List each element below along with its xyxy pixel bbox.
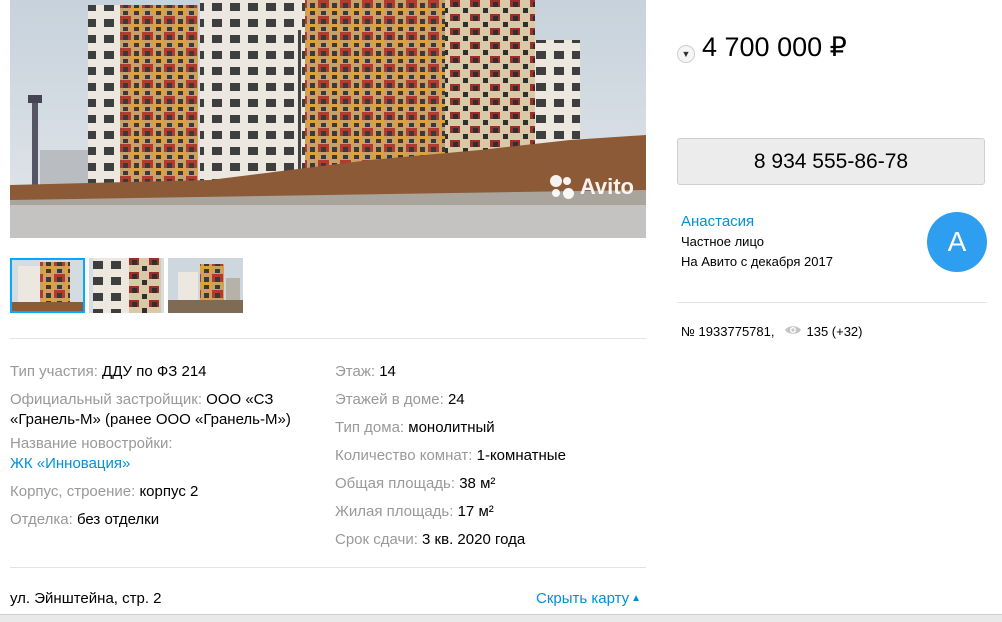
- eye-icon: [784, 324, 802, 339]
- view-count: 135 (+32): [806, 324, 863, 339]
- param-value: 24: [447, 391, 465, 408]
- avito-watermark-text: Avito: [579, 174, 634, 199]
- param-complex-name: Название новостройки: ЖК «Инновация»: [10, 434, 320, 474]
- param-value: 3 кв. 2020 года: [422, 531, 526, 548]
- price-currency-dropdown[interactable]: ▼: [677, 45, 695, 63]
- hide-map-link[interactable]: Скрыть карту ▲: [536, 590, 641, 607]
- param-participation-type: Тип участия: ДДУ по ФЗ 214: [10, 358, 320, 386]
- seller-name-link[interactable]: Анастасия: [681, 213, 754, 230]
- sidebar-divider: [677, 302, 987, 303]
- param-house-type: Тип дома: монолитный: [335, 414, 645, 442]
- param-key: Отделка:: [10, 511, 77, 528]
- param-developer: Официальный застройщик: ООО «СЗ «Гранель…: [10, 390, 320, 430]
- param-deadline: Срок сдачи: 3 кв. 2020 года: [335, 526, 645, 554]
- param-key: Количество комнат:: [335, 447, 477, 464]
- thumbnail-1[interactable]: [10, 258, 85, 313]
- param-living-area: Жилая площадь: 17 м²: [335, 498, 645, 526]
- param-value: 1-комнатные: [476, 447, 566, 464]
- main-photo[interactable]: Avito: [10, 0, 646, 238]
- param-key: Этажей в доме:: [335, 391, 448, 408]
- avito-watermark: Avito: [549, 174, 634, 200]
- param-key: Официальный застройщик:: [10, 391, 207, 408]
- param-value: ДДУ по ФЗ 214: [102, 363, 207, 380]
- param-key: Тип дома:: [335, 419, 409, 436]
- avito-logo-icon: [549, 175, 574, 199]
- avatar[interactable]: А: [927, 212, 987, 272]
- param-key: Название новостройки:: [10, 435, 173, 452]
- complex-link[interactable]: ЖК «Инновация»: [10, 455, 130, 472]
- param-value: монолитный: [408, 419, 495, 436]
- param-building: Корпус, строение: корпус 2: [10, 478, 320, 506]
- chevron-up-icon: ▲: [631, 593, 642, 604]
- thumbnail-2[interactable]: [89, 258, 164, 313]
- param-key: Корпус, строение:: [10, 483, 140, 500]
- param-value: без отделки: [76, 511, 160, 528]
- building-photo-image: [10, 0, 646, 238]
- param-value: 14: [379, 363, 396, 380]
- show-phone-button[interactable]: 8 934 555-86-78: [677, 138, 985, 185]
- param-key: Этаж:: [335, 363, 380, 380]
- param-value: 17 м²: [457, 503, 494, 520]
- thumbnail-3[interactable]: [168, 258, 243, 313]
- param-floors-total: Этажей в доме: 24: [335, 386, 645, 414]
- listing-meta: № 1933775781, 135 (+32): [681, 324, 863, 339]
- address: ул. Эйнштейна, стр. 2: [10, 590, 162, 607]
- param-rooms: Количество комнат: 1-комнатные: [335, 442, 645, 470]
- divider-bottom: [10, 567, 646, 568]
- param-finishing: Отделка: без отделки: [10, 506, 320, 534]
- seller-type: Частное лицо: [681, 234, 764, 249]
- params-left: Тип участия: ДДУ по ФЗ 214 Официальный з…: [10, 358, 320, 534]
- params-right: Этаж: 14 Этажей в доме: 24 Тип дома: мон…: [335, 358, 645, 554]
- param-value: корпус 2: [139, 483, 199, 500]
- chevron-down-icon: ▼: [681, 49, 691, 59]
- param-key: Тип участия:: [10, 363, 103, 380]
- param-floor: Этаж: 14: [335, 358, 645, 386]
- seller-since: На Авито с декабря 2017: [681, 254, 833, 269]
- hide-map-label: Скрыть карту: [536, 590, 630, 607]
- divider-top: [10, 338, 646, 339]
- param-total-area: Общая площадь: 38 м²: [335, 470, 645, 498]
- param-key: Срок сдачи:: [335, 531, 423, 548]
- param-key: Жилая площадь:: [335, 503, 458, 520]
- param-value: 38 м²: [459, 475, 496, 492]
- listing-number: № 1933775781,: [681, 324, 775, 339]
- price: 4 700 000 ₽: [702, 32, 847, 62]
- param-key: Общая площадь:: [335, 475, 460, 492]
- thumbnail-strip: [10, 258, 243, 313]
